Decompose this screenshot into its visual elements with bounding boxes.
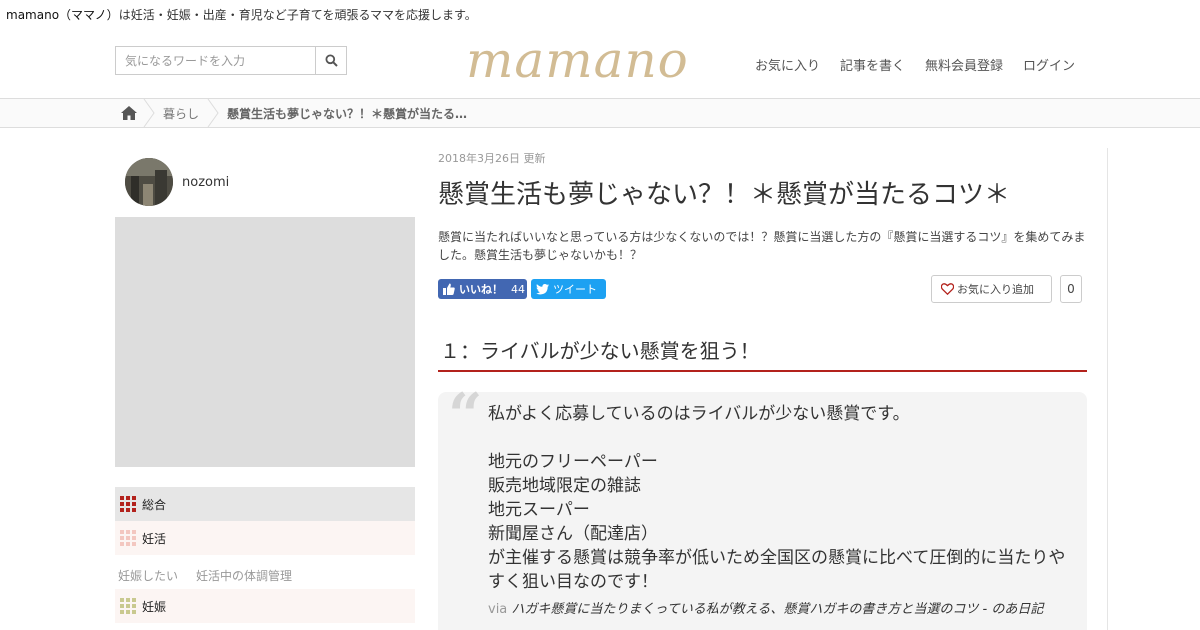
author-profile[interactable]: nozomi [125,158,229,206]
subcategory-list: 妊娠したい 妊活中の体調管理 [118,567,310,584]
category-general[interactable]: 総合 [115,487,415,521]
quote-line: 販売地域限定の雑誌 [488,476,641,496]
nav-register[interactable]: 無料会員登録 [925,55,1003,74]
avatar [125,158,173,206]
article-updated-date: 2018年3月26日 更新 [438,152,546,165]
breadcrumb-separator [207,99,219,127]
quote-text: 私がよく応募しているのはライバルが少ない懸賞です。 地元のフリーペーパー 販売地… [488,402,1073,594]
site-tagline: mamano（ママノ）は妊活・妊娠・出産・育児など子育てを頑張るママを応援します… [6,6,477,23]
quote-line: 新聞屋さん（配達店） [488,524,658,544]
grid-icon [120,496,136,512]
facebook-like-button[interactable]: いいね！ 44 [438,279,527,299]
tweet-button[interactable]: ツイート [531,279,606,299]
top-nav: お気に入り 記事を書く 無料会員登録 ログイン [755,55,1075,74]
category-label: 妊娠 [142,599,167,614]
breadcrumb-current: 懸賞生活も夢じゃない？！＊懸賞が当たる… [227,106,468,121]
search-input[interactable] [115,46,315,75]
facebook-like-count: 44 [511,282,525,296]
breadcrumb-separator [143,99,155,127]
content-divider [1107,148,1108,630]
breadcrumb-home[interactable] [115,99,143,127]
twitter-bird-icon [536,283,549,294]
home-icon [121,106,137,120]
via-label: via [488,602,508,617]
quote-line: 地元のフリーペーパー [488,452,658,472]
tagline-text: は妊活・妊娠・出産・育児など子育てを頑張るママを応援します。 [118,8,477,22]
breadcrumb-category[interactable]: 暮らし [155,105,207,122]
breadcrumb-bar: 暮らし 懸賞生活も夢じゃない？！＊懸賞が当たる… [0,98,1200,128]
facebook-like-label: いいね！ [459,283,503,296]
breadcrumb: 暮らし 懸賞生活も夢じゃない？！＊懸賞が当たる… [115,99,475,127]
quote-icon: “ [448,381,483,451]
search-icon [325,54,338,67]
author-name[interactable]: nozomi [182,175,229,190]
blockquote: “ 私がよく応募しているのはライバルが少ない懸賞です。 地元のフリーペーパー 販… [438,386,1087,630]
tweet-label: ツイート [553,283,597,296]
quote-line: が主催する懸賞は競争率が低いため全国区の懸賞に比べて圧倒的に当たりやすく狙い目な… [488,548,1066,592]
grid-icon [120,530,136,546]
quote-source: via ハガキ懸賞に当たりまくっている私が教える、懸賞ハガキの書き方と当選のコツ… [488,600,1073,620]
quote-source-link[interactable]: ハガキ懸賞に当たりまくっている私が教える、懸賞ハガキの書き方と当選のコツ - の… [511,602,1043,617]
add-favorite-button[interactable]: お気に入り追加 [931,275,1052,303]
grid-icon [120,598,136,614]
search-button[interactable] [315,46,347,75]
nav-write-article[interactable]: 記事を書く [840,55,905,74]
thumbs-up-icon [443,283,455,295]
article-title: 懸賞生活も夢じゃない？！＊懸賞が当たるコツ＊ [438,180,1011,210]
nav-favorites[interactable]: お気に入り [755,55,820,74]
subcategory-link[interactable]: 妊活中の体調管理 [196,569,292,583]
tagline-brand: mamano（ママノ） [6,8,119,22]
heart-icon [941,283,954,295]
search-form [115,46,347,75]
sidebar-image-placeholder [115,217,415,467]
category-ninkatsu[interactable]: 妊活 [115,521,415,555]
quote-line: 私がよく応募しているのはライバルが少ない懸賞です。 [488,404,910,424]
add-favorite-label: お気に入り追加 [957,283,1034,296]
site-logo[interactable]: mamano [466,30,689,90]
nav-login[interactable]: ログイン [1023,55,1075,74]
article-lead: 懸賞に当たればいいなと思っている方は少なくないのでは！？懸賞に当選した方の『懸賞… [438,230,1086,262]
favorite-count: 0 [1060,275,1082,303]
category-ninshin[interactable]: 妊娠 [115,589,415,623]
subcategory-link[interactable]: 妊娠したい [118,569,178,583]
category-label: 妊活 [142,531,167,546]
quote-line: 地元スーパー [488,500,590,520]
section-heading: １：ライバルが少ない懸賞を狙う！ [438,336,1087,372]
category-label: 総合 [142,497,167,512]
